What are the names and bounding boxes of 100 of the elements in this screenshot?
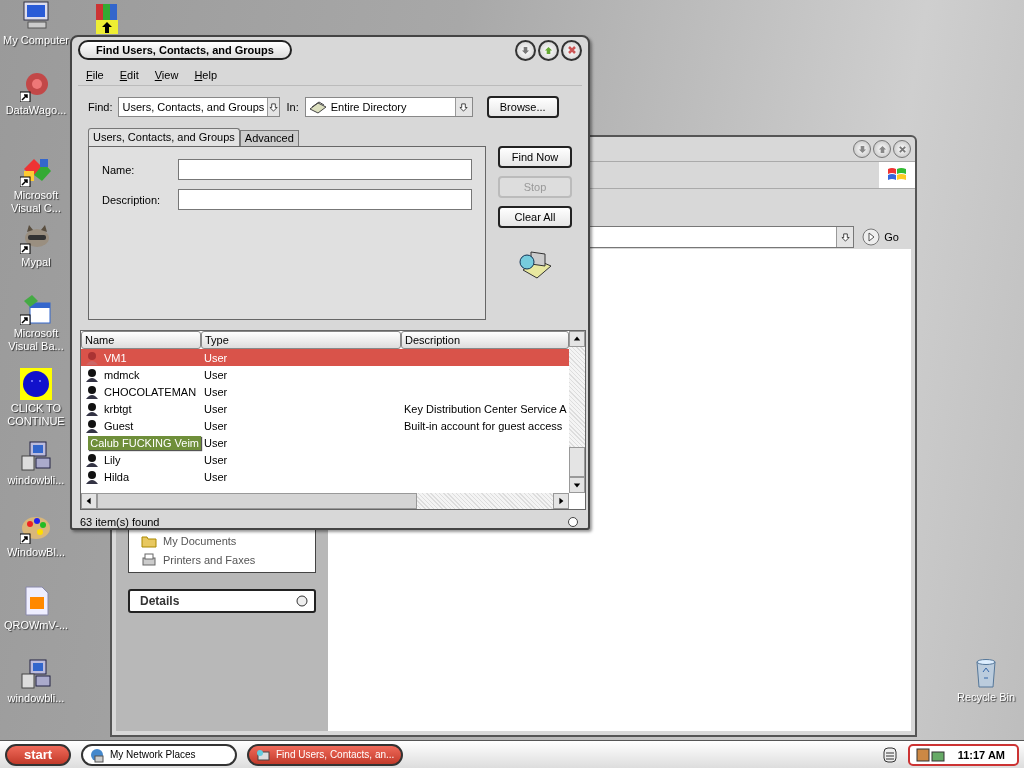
column-header[interactable]: Type [201, 331, 401, 349]
keyboard-icon[interactable] [881, 744, 898, 765]
result-row[interactable]: Calub FUCKING Veim User [81, 434, 569, 451]
find-dropdown[interactable]: Users, Contacts, and Groups [118, 97, 281, 117]
user-name: Guest [103, 418, 135, 433]
tab[interactable]: Users, Contacts, and Groups [88, 128, 240, 146]
scroll-thumb[interactable] [569, 447, 585, 477]
go-button[interactable]: Go [858, 228, 903, 246]
computer-box-icon[interactable] [20, 440, 52, 472]
down-arrow-icon[interactable] [857, 144, 867, 154]
find-label: Find: [88, 101, 113, 113]
tray-app-icon[interactable] [915, 745, 946, 764]
column-header[interactable]: Name [81, 331, 201, 349]
close-icon[interactable] [566, 45, 577, 55]
result-row[interactable]: krbtgt User Key Distribution Center Service A [81, 400, 569, 417]
folder-icon [141, 533, 157, 549]
user-name: krbtgt [103, 401, 133, 416]
user-icon [85, 469, 99, 484]
browse-button[interactable]: Browse... [486, 96, 559, 118]
vertical-scrollbar[interactable] [569, 331, 585, 493]
user-type: User [204, 402, 228, 415]
in-label: In: [286, 101, 299, 113]
icon-label: DataWago... [4, 104, 68, 117]
user-type: User [204, 453, 228, 466]
user-type: User [204, 470, 228, 483]
horizontal-scrollbar[interactable] [81, 493, 569, 509]
maximize-button[interactable] [538, 39, 559, 61]
icon-label: windowbli... [6, 692, 66, 705]
taskbar-button[interactable]: Find Users, Contacts, an... [247, 743, 403, 766]
tab[interactable]: Advanced [239, 130, 299, 146]
books-icon[interactable] [94, 2, 120, 34]
computer-box-icon[interactable] [20, 658, 52, 690]
details-panel-header[interactable]: Details [128, 589, 316, 613]
user-type: User [204, 385, 228, 398]
user-icon [85, 452, 99, 467]
user-icon [85, 418, 99, 433]
user-name: Calub FUCKING Veim [88, 435, 201, 450]
taskbar-button[interactable]: My Network Places [81, 743, 237, 766]
scroll-down-icon[interactable] [573, 481, 581, 489]
user-icon [85, 401, 99, 416]
result-row[interactable]: Lily User [81, 451, 569, 468]
user-type: User [204, 419, 228, 432]
icon-label: windowbli... [6, 474, 66, 487]
icon-label: My Computer [2, 34, 70, 47]
field-label: Description: [102, 193, 162, 206]
icon-label: Microsoft Visual Ba... [7, 327, 65, 353]
result-row[interactable]: CHOCOLATEMAN User [81, 383, 569, 400]
resize-grip[interactable] [568, 517, 578, 527]
column-header[interactable]: Description [401, 331, 569, 349]
recycle-bin-icon[interactable] [974, 658, 998, 688]
start-button[interactable]: start [5, 743, 71, 766]
result-row[interactable]: Guest User Built-in account for guest access [81, 417, 569, 434]
sidebar-link[interactable]: My Documents [163, 535, 237, 547]
network-icon[interactable] [89, 746, 105, 763]
icon-label: Recycle Bin [955, 691, 1017, 704]
result-row[interactable]: VM1 User [81, 349, 569, 366]
window-title: Find Users, Contacts, and Groups [78, 40, 292, 60]
up-arrow-icon[interactable] [877, 144, 887, 154]
location-dropdown[interactable]: Entire Directory [304, 97, 473, 117]
scroll-left-icon[interactable] [85, 497, 93, 505]
user-name: Hilda [103, 469, 131, 484]
dropdown-arrow-icon[interactable] [269, 102, 279, 112]
computer-icon[interactable] [20, 0, 52, 32]
action-button[interactable]: Clear All [498, 206, 572, 228]
result-row[interactable]: mdmck User [81, 366, 569, 383]
close-button[interactable] [561, 39, 582, 61]
user-type: User [204, 368, 228, 381]
printer-icon [141, 552, 157, 568]
scroll-up-icon[interactable] [573, 335, 581, 343]
user-name: VM1 [103, 350, 128, 365]
dropdown-arrow-icon[interactable] [459, 102, 469, 112]
icon-label: WindowBl... [5, 546, 67, 559]
directory-icon [308, 100, 327, 114]
menu-item[interactable]: Help [194, 69, 217, 81]
scroll-right-icon[interactable] [557, 497, 565, 505]
sidebar-link[interactable]: Printers and Faxes [163, 554, 256, 566]
icon-label: Mypal [20, 256, 52, 269]
icon-label: QROWmV-... [2, 619, 70, 632]
calendar-icon[interactable] [20, 293, 52, 325]
menu-item[interactable]: Edit [119, 69, 139, 81]
user-icon [85, 384, 99, 399]
icon-label: CLICK TO CONTINUE [6, 402, 66, 428]
user-description: Key Distribution Center Service A [404, 402, 567, 415]
down-arrow-icon[interactable] [521, 45, 530, 55]
icon-label: Microsoft Visual C... [10, 189, 62, 215]
result-row[interactable]: Hilda User [81, 468, 569, 485]
input-field[interactable] [178, 159, 472, 180]
expand-icon[interactable] [296, 595, 308, 607]
close-icon[interactable] [897, 144, 907, 154]
user-name: mdmck [103, 367, 141, 382]
menu-item[interactable]: File [86, 69, 104, 81]
action-button[interactable]: Find Now [498, 146, 572, 168]
clock[interactable]: 11:17 AM [957, 748, 1005, 761]
dropdown-arrow-icon[interactable] [840, 232, 850, 242]
smiley-icon[interactable] [20, 368, 52, 400]
menu-item[interactable]: View [154, 69, 179, 81]
input-field[interactable] [178, 189, 472, 210]
status-text: 63 item(s) found [80, 516, 160, 528]
minimize-button[interactable] [515, 39, 536, 61]
scroll-thumb[interactable] [97, 493, 417, 509]
